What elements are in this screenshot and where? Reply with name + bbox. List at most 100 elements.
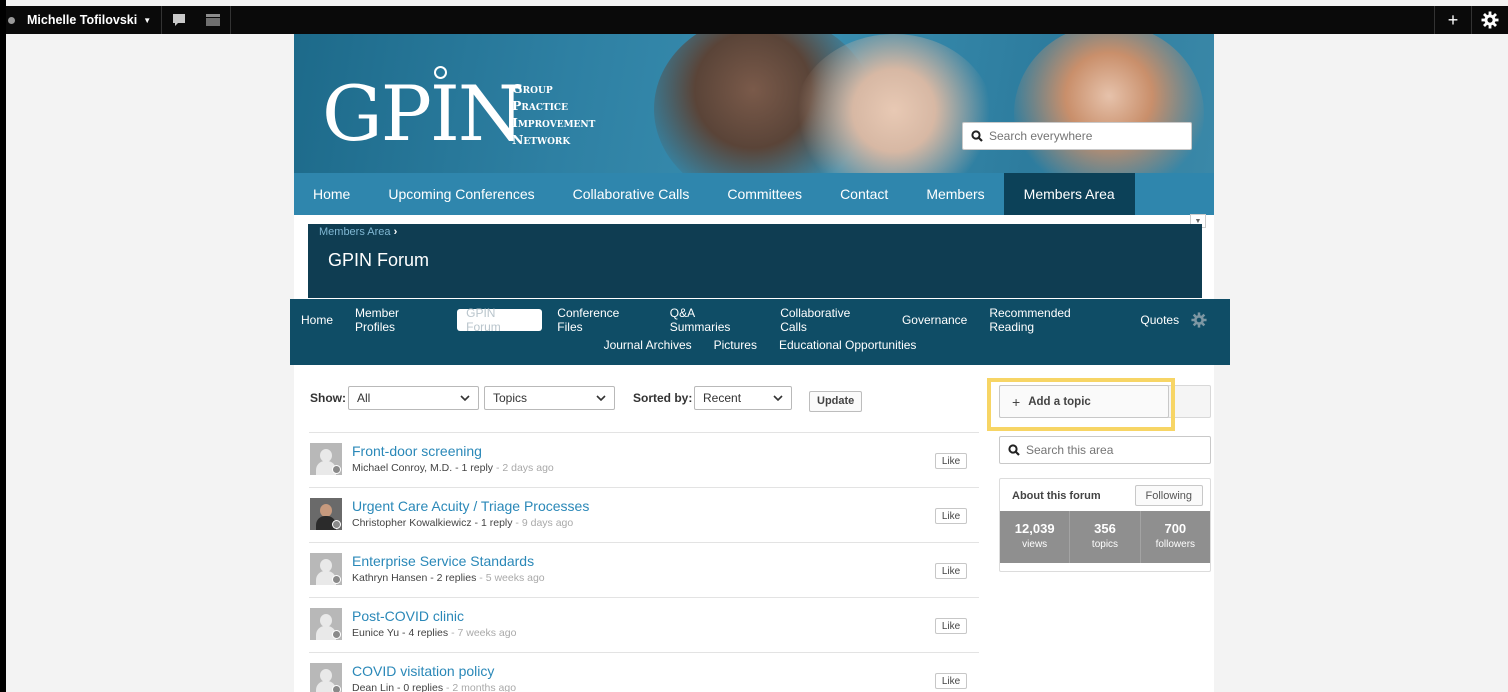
subnav-gpin-forum[interactable]: GPIN Forum (457, 306, 543, 334)
breadcrumb-separator: › (393, 226, 398, 238)
forum-header: Members Area › GPIN Forum (308, 224, 1202, 298)
status-dot-icon (8, 16, 15, 24)
avatar[interactable] (310, 608, 342, 640)
update-button[interactable]: Update (809, 390, 863, 412)
type-select[interactable]: Topics (484, 386, 615, 410)
site-banner: GPIN Group Practice Improvement Network (294, 34, 1214, 173)
topic-title-link[interactable]: COVID visitation policy (352, 663, 494, 679)
subnav-journal-archives[interactable]: Journal Archives (593, 334, 703, 356)
subnav-qa-summaries[interactable]: Q&A Summaries (659, 306, 769, 334)
subnav-member-profiles[interactable]: Member Profiles (344, 306, 453, 334)
comment-icon[interactable] (162, 6, 196, 34)
section-nav-row: Home Member Profiles GPIN Forum Conferen… (290, 306, 1230, 334)
sorted-label: Sorted by: (633, 391, 693, 405)
topic-age: 2 days ago (502, 462, 554, 474)
nav-upcoming-conferences[interactable]: Upcoming Conferences (369, 173, 553, 215)
plus-icon[interactable]: + (1435, 6, 1471, 34)
topic-row: Urgent Care Acuity / Triage Processes Ch… (309, 487, 979, 542)
topic-replies[interactable]: 1 reply (462, 462, 494, 474)
show-select-wrap: All (348, 386, 479, 410)
about-title: About this forum (1012, 490, 1101, 502)
site-page: GPIN Group Practice Improvement Network … (290, 34, 1230, 692)
highlight-box (987, 378, 1175, 431)
topic-author[interactable]: Kathryn Hansen (352, 572, 427, 584)
banner-photo (1014, 34, 1204, 173)
sorted-select[interactable]: Recent (694, 386, 792, 410)
update-wrap: Update (809, 389, 863, 413)
browser-viewport: Michelle Tofilovski ▼ + GPIN Group Pract… (0, 0, 1508, 692)
chevron-down-icon (773, 395, 783, 401)
main-navigation: Home Upcoming Conferences Collaborative … (294, 173, 1214, 215)
nav-members-area[interactable]: Members Area (1003, 173, 1135, 215)
subnav-recommended-reading[interactable]: Recommended Reading (978, 306, 1129, 334)
site-logo[interactable]: GPIN (322, 76, 524, 152)
logo-tagline: Group Practice Improvement Network (512, 81, 596, 147)
area-search (999, 436, 1211, 464)
topic-author[interactable]: Dean Lin (352, 682, 394, 692)
topic-author[interactable]: Eunice Yu (352, 627, 399, 639)
user-menu[interactable]: Michelle Tofilovski ▼ (15, 13, 161, 27)
sorted-select-wrap: Recent (694, 386, 792, 410)
breadcrumb-members-area[interactable]: Members Area (319, 226, 391, 238)
like-button[interactable]: Like (935, 453, 967, 469)
topic-replies[interactable]: 1 reply (481, 517, 513, 529)
topic-title-link[interactable]: Enterprise Service Standards (352, 553, 534, 569)
avatar[interactable] (310, 443, 342, 475)
notes-icon[interactable] (196, 6, 230, 34)
stat-views: 12,039 views (1000, 511, 1071, 563)
stat-followers: 700 followers (1155, 521, 1196, 550)
avatar[interactable] (310, 663, 342, 692)
section-navigation: Home Member Profiles GPIN Forum Conferen… (290, 299, 1230, 365)
chevron-down-icon: ▼ (143, 15, 152, 25)
topic-title-link[interactable]: Post-COVID clinic (352, 608, 464, 624)
topic-title-link[interactable]: Front-door screening (352, 443, 482, 459)
topic-row: Enterprise Service Standards Kathryn Han… (309, 542, 979, 597)
avatar[interactable] (310, 498, 342, 530)
topic-meta: Christopher Kowalkiewicz - 1 reply - 9 d… (352, 517, 574, 529)
topic-author[interactable]: Michael Conroy, M.D. (352, 462, 452, 474)
show-select[interactable]: All (348, 386, 479, 410)
nav-members[interactable]: Members (907, 173, 1003, 215)
topic-author[interactable]: Christopher Kowalkiewicz (352, 517, 472, 529)
subnav-educational-opportunities[interactable]: Educational Opportunities (768, 334, 927, 356)
nav-committees[interactable]: Committees (708, 173, 821, 215)
subnav-quotes[interactable]: Quotes (1129, 309, 1190, 331)
nav-home[interactable]: Home (294, 173, 369, 215)
topic-replies[interactable]: 4 replies (408, 627, 448, 639)
topic-row: COVID visitation policy Dean Lin - 0 rep… (309, 652, 979, 692)
avatar[interactable] (310, 553, 342, 585)
subnav-collaborative-calls[interactable]: Collaborative Calls (769, 306, 891, 334)
subnav-governance[interactable]: Governance (891, 309, 978, 331)
topic-age: 5 weeks ago (485, 572, 545, 584)
toolbar-divider (230, 6, 232, 34)
subnav-pictures[interactable]: Pictures (703, 334, 768, 356)
topic-age: 2 months ago (452, 682, 517, 692)
nav-collaborative-calls[interactable]: Collaborative Calls (554, 173, 709, 215)
like-button[interactable]: Like (935, 618, 967, 634)
subnav-home[interactable]: Home (290, 309, 344, 331)
gear-icon[interactable] (1472, 6, 1508, 34)
sorted-filter: Sorted by: (633, 386, 692, 410)
like-button[interactable]: Like (935, 508, 967, 524)
topic-replies[interactable]: 0 replies (403, 682, 443, 692)
like-button[interactable]: Like (935, 673, 967, 689)
subnav-conference-files[interactable]: Conference Files (546, 306, 658, 334)
search-everywhere-input[interactable] (989, 129, 1179, 143)
section-nav-row: Journal Archives Pictures Educational Op… (290, 334, 1230, 356)
like-button[interactable]: Like (935, 563, 967, 579)
show-label: Show: (310, 391, 346, 405)
topic-title-link[interactable]: Urgent Care Acuity / Triage Processes (352, 498, 589, 514)
about-forum-panel: About this forum Following 12,039 views … (999, 478, 1211, 572)
nav-contact[interactable]: Contact (821, 173, 907, 215)
topic-age: 7 weeks ago (457, 627, 517, 639)
stat-topics: 356 topics (1070, 511, 1141, 563)
search-this-area-input[interactable] (1026, 443, 1196, 457)
following-button[interactable]: Following (1134, 485, 1203, 506)
show-filter: Show: (310, 386, 346, 410)
gear-icon[interactable] (1191, 312, 1207, 333)
site-search (962, 122, 1192, 150)
topic-meta: Dean Lin - 0 replies - 2 months ago (352, 682, 517, 692)
topic-row: Front-door screening Michael Conroy, M.D… (309, 432, 979, 487)
topic-age: 9 days ago (521, 517, 574, 529)
topic-replies[interactable]: 2 replies (437, 572, 477, 584)
